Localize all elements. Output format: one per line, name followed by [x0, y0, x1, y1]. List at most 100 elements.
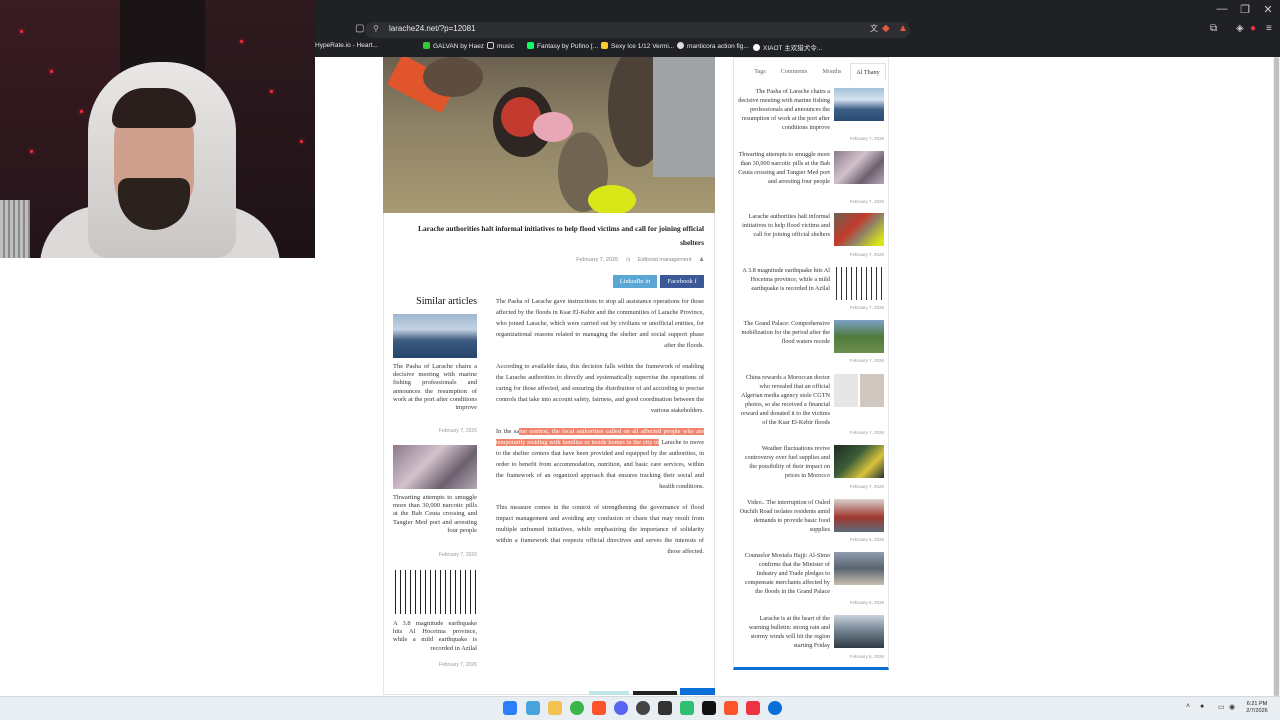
terminal-icon[interactable]: [658, 701, 672, 715]
extension-2-icon[interactable]: ●: [1250, 23, 1256, 34]
sidebar-tabs: Tags Comments Months Al Thany: [733, 63, 889, 81]
tab-al-thany[interactable]: Al Thany: [850, 63, 886, 81]
sidebar-item-date: February 7, 2026: [849, 305, 884, 310]
similar-thumb[interactable]: [393, 570, 477, 614]
article-title: Larache authorities halt informal initia…: [418, 224, 704, 247]
bookmarks-bar: HypeRate.io - Heart... GALVAN by Haez mu…: [315, 40, 1280, 56]
sidebar-item-title[interactable]: The Grand Palace: Comprehensive mobiliza…: [738, 320, 830, 347]
article-paragraph: The Pasha of Larache gave instructions t…: [496, 298, 704, 349]
minimize-button[interactable]: —: [1210, 3, 1234, 15]
app-icon[interactable]: [746, 701, 760, 715]
sidebar-item-title[interactable]: Weather fluctuations revive controversy …: [738, 445, 830, 481]
article-hero-image: [383, 57, 715, 213]
sidebar-thumb[interactable]: [834, 374, 884, 407]
bookmark-sexy-ice[interactable]: Sexy Ice 1/12 Vermi...: [601, 42, 674, 50]
tab-months[interactable]: Months: [815, 63, 849, 81]
scrollbar-thumb[interactable]: [1274, 57, 1279, 697]
sidebar-thumb[interactable]: [834, 320, 884, 353]
sidebar-item-date: February 7, 2026: [849, 358, 884, 363]
sidebar-item-date: February 6, 2026: [849, 600, 884, 605]
webcam-light: [50, 70, 53, 73]
sidebar-thumb[interactable]: [834, 88, 884, 121]
discord-icon[interactable]: [614, 701, 628, 715]
monitor-icon[interactable]: ▭: [1218, 703, 1225, 711]
footer-bar: [589, 691, 629, 695]
sidebar-item-title[interactable]: Larache is at the heart of the warning b…: [738, 615, 830, 651]
article-meta: February 7, 2026 ◷ Editorial management …: [398, 257, 704, 267]
tab-tags[interactable]: Tags: [745, 63, 775, 81]
bookmark-music[interactable]: music: [487, 42, 514, 50]
webcam-light: [240, 40, 243, 43]
similar-item-date: February 7, 2026: [438, 552, 477, 558]
tray-app-icon[interactable]: ●: [1200, 703, 1204, 710]
webcam-person-hair: [112, 88, 196, 128]
extensions-icon[interactable]: ⧉: [1210, 23, 1217, 34]
bookmark-xiaot[interactable]: XIAOT 主欢猎犬令...: [753, 42, 822, 52]
sidebar-thumb[interactable]: [834, 445, 884, 478]
brave-icon[interactable]: [724, 701, 738, 715]
similar-item-title[interactable]: Thwarting attempts to smuggle more than …: [393, 494, 477, 535]
sidebar-thumb[interactable]: [834, 615, 884, 648]
tiktok-icon[interactable]: [702, 701, 716, 715]
linkedin-share-button[interactable]: LinkedIn in: [613, 275, 657, 288]
bookmark-favicon: [423, 42, 430, 49]
sidebar-item-date: February 6, 2026: [849, 654, 884, 659]
bookmark-fantasy[interactable]: Fantasy by Pufino [...: [527, 42, 598, 50]
sidebar-item-title[interactable]: Counselor Mostafa Hajji: Al-Simo confirm…: [738, 552, 830, 597]
widgets-icon[interactable]: [526, 701, 540, 715]
rewards-icon[interactable]: ▲: [898, 23, 908, 34]
site-info-icon[interactable]: ⚲: [373, 24, 379, 33]
app-icon[interactable]: [570, 701, 584, 715]
system-clock[interactable]: 6:21 PM 2/7/2026: [1240, 701, 1274, 715]
footer-bar: [633, 691, 677, 695]
sidebar-toggle-icon[interactable]: ▢: [355, 23, 364, 34]
sidebar-thumb[interactable]: [834, 151, 884, 184]
network-icon[interactable]: ◉: [1229, 703, 1235, 711]
hero-detail: [653, 57, 715, 177]
obs-icon[interactable]: [636, 701, 650, 715]
clock-icon: ◷: [625, 257, 631, 263]
tab-comments[interactable]: Comments: [775, 63, 813, 81]
sidebar-thumb[interactable]: [834, 552, 884, 585]
sidebar-item-title[interactable]: The Pasha of Larache chairs a decisive m…: [738, 88, 830, 133]
sidebar-item-title[interactable]: Thwarting attempts to smuggle more than …: [738, 151, 830, 187]
sidebar-item-title[interactable]: A 3.8 magnitude earthquake hits Al Hocei…: [738, 267, 830, 294]
app-icon[interactable]: [768, 701, 782, 715]
brave-icon[interactable]: [592, 701, 606, 715]
bookmark-hyperate[interactable]: HypeRate.io - Heart...: [315, 42, 378, 49]
sidebar-item-title[interactable]: Larache authorities halt informal initia…: [738, 213, 830, 240]
app-icon[interactable]: [680, 701, 694, 715]
folder-icon: [487, 42, 494, 49]
sidebar-item-title[interactable]: China rewards a Moroccan doctor who reve…: [738, 374, 830, 427]
taskbar: [0, 696, 1280, 720]
extension-1-icon[interactable]: ◈: [1236, 23, 1244, 34]
webcam-light: [300, 140, 303, 143]
address-bar[interactable]: ⚲ larache24.net/?p=12081: [365, 22, 910, 38]
similar-item-title[interactable]: A 3.8 magnitude earthquake hits Al Hocei…: [393, 620, 477, 653]
facebook-share-button[interactable]: Facebook f: [660, 275, 704, 288]
similar-articles-heading: Similar articles: [416, 296, 477, 307]
similar-thumb[interactable]: [393, 314, 477, 358]
start-icon[interactable]: [503, 701, 517, 715]
menu-icon[interactable]: ≡: [1266, 23, 1272, 34]
sidebar-item-title[interactable]: Video.. The interruption of Ouled Ouchih…: [738, 499, 830, 535]
sidebar-item-date: February 7, 2026: [849, 252, 884, 257]
tray-chevron-icon[interactable]: ˄: [1186, 703, 1190, 710]
file-explorer-icon[interactable]: [548, 701, 562, 715]
close-window-button[interactable]: ✕: [1256, 3, 1280, 16]
maximize-button[interactable]: ❐: [1233, 3, 1257, 16]
sidebar-thumb[interactable]: [834, 267, 884, 300]
similar-item-title[interactable]: The Pasha of Larache chairs a decisive m…: [393, 363, 477, 412]
article-paragraph: In the same context, the local authoriti…: [496, 428, 704, 490]
sidebar-thumb[interactable]: [834, 499, 884, 532]
translate-icon[interactable]: 文: [870, 23, 878, 34]
similar-thumb[interactable]: [393, 445, 477, 489]
user-icon: ♟: [699, 257, 704, 263]
shields-icon[interactable]: ◆: [882, 23, 890, 34]
article-author[interactable]: Editorial management: [638, 257, 692, 263]
bookmark-manticora[interactable]: manticora action fig...: [677, 42, 749, 50]
url-text[interactable]: larache24.net/?p=12081: [389, 24, 476, 33]
sidebar-thumb[interactable]: [834, 213, 884, 246]
bookmark-galvan[interactable]: GALVAN by Haez: [423, 42, 484, 50]
webcam-light: [80, 110, 83, 113]
